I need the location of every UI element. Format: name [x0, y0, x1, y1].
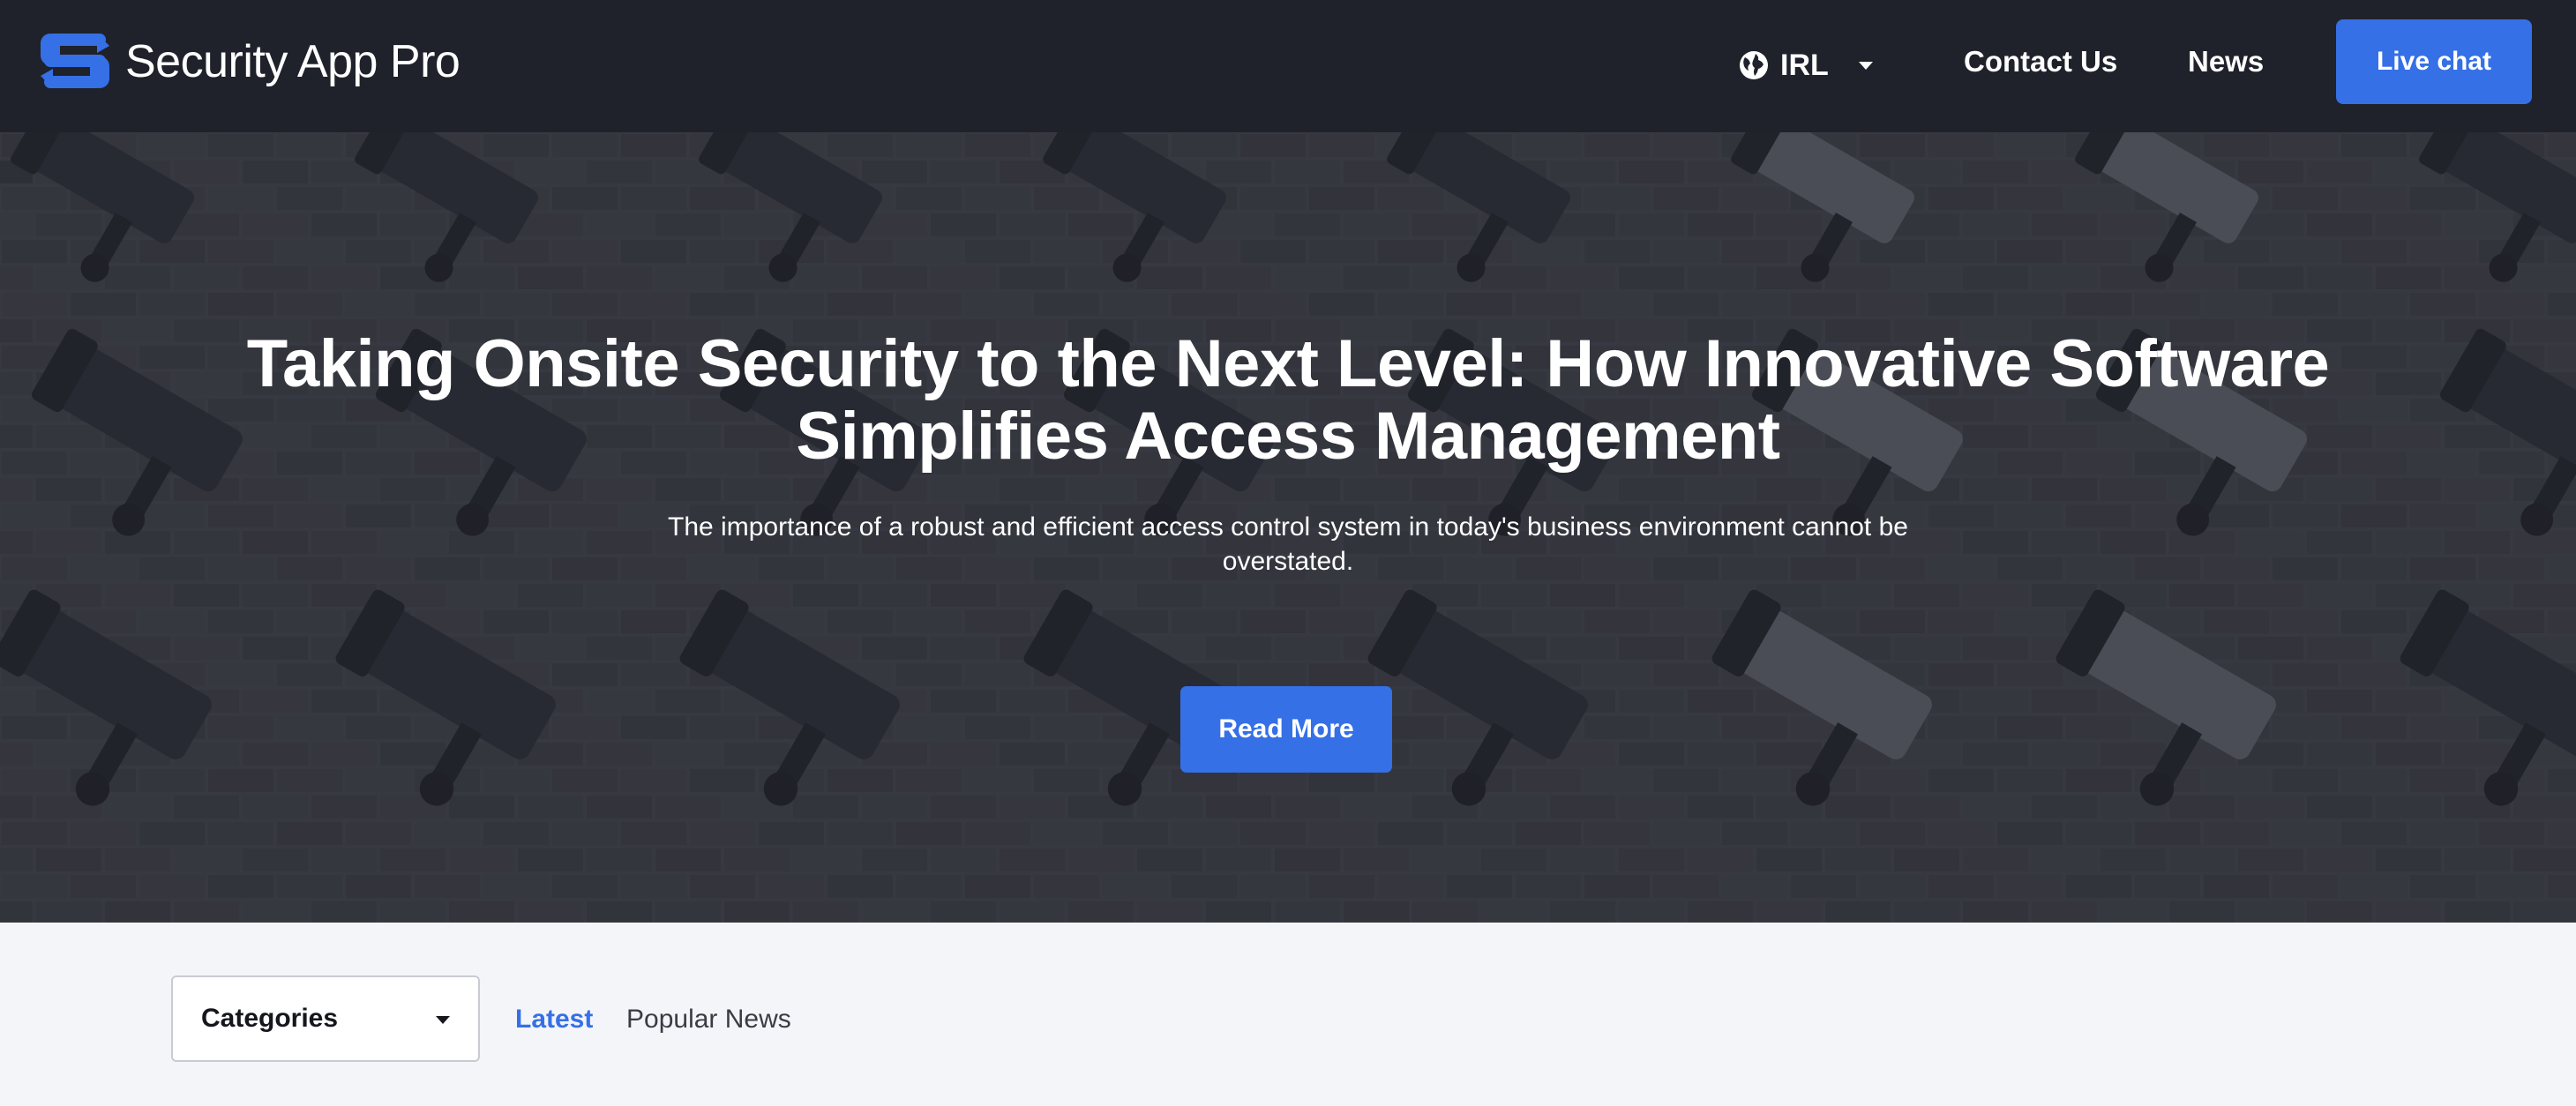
categories-label: Categories [201, 1004, 339, 1033]
top-navbar: Security App Pro IRL Contact Us News Liv… [0, 0, 2576, 132]
read-more-button[interactable]: Read More [1180, 686, 1392, 773]
hero-subtitle: The importance of a robust and efficient… [668, 512, 1908, 576]
nav-link-news[interactable]: News [2188, 41, 2264, 83]
region-selector[interactable]: IRL [1738, 42, 1873, 88]
logo-icon[interactable] [41, 34, 109, 88]
live-chat-button[interactable]: Live chat [2336, 19, 2532, 104]
nav-link-contact-us[interactable]: Contact Us [1964, 41, 2117, 83]
hero-banner: Taking Onsite Security to the Next Level… [0, 132, 2576, 923]
chevron-down-icon [1858, 61, 1873, 70]
region-label: IRL [1780, 48, 1829, 82]
chevron-down-icon [436, 1016, 450, 1024]
tab-latest[interactable]: Latest [515, 1002, 593, 1037]
hero-title: Taking Onsite Security to the Next Level… [246, 326, 2330, 474]
globe-icon [1740, 51, 1768, 79]
tab-popular-news[interactable]: Popular News [626, 1002, 791, 1037]
brand-name[interactable]: Security App Pro [125, 32, 461, 92]
categories-dropdown[interactable]: Categories [171, 975, 480, 1062]
